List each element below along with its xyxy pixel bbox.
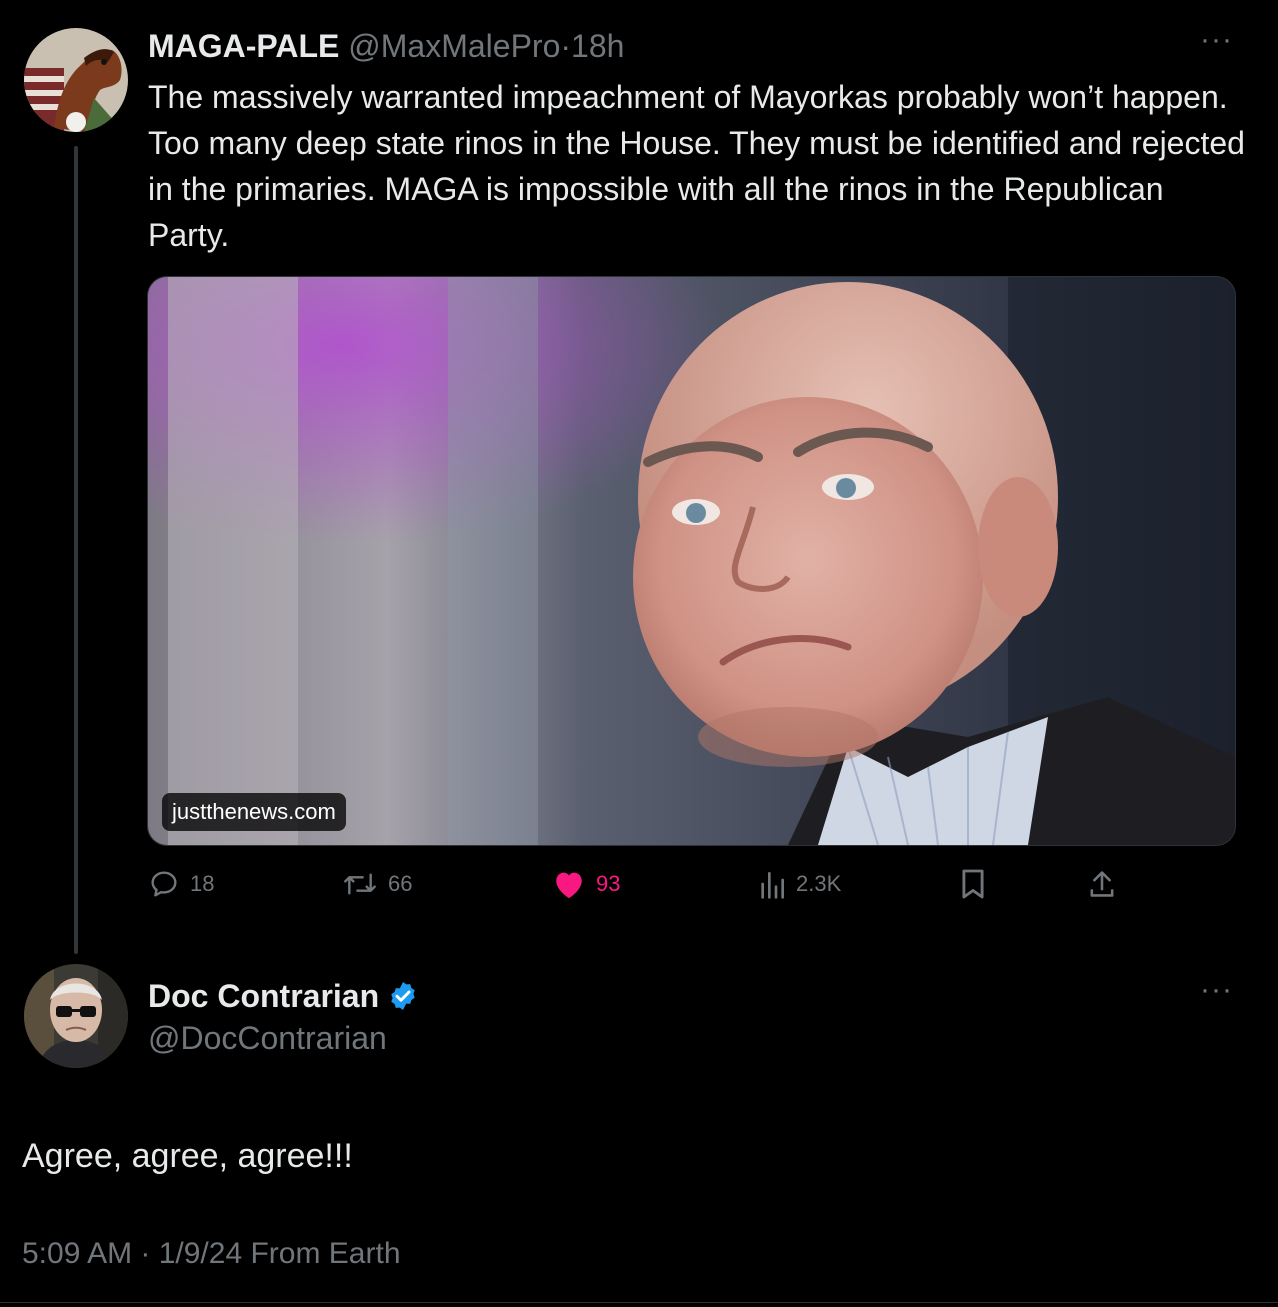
tweet-header: MAGA-PALE @MaxMalePro·18h — [148, 26, 624, 66]
views-icon — [761, 872, 784, 899]
separator-dot: · — [560, 28, 572, 64]
share-icon — [1090, 871, 1114, 897]
divider — [0, 1302, 1278, 1303]
reply-text: Agree, agree, agree!!! — [22, 1137, 353, 1175]
views-count: 2.3K — [796, 871, 842, 896]
reply-handle[interactable]: @DocContrarian — [148, 1018, 387, 1058]
link-domain-badge[interactable]: justthenews.com — [162, 793, 346, 831]
more-options-icon[interactable]: ··· — [1200, 25, 1233, 55]
reply-display-name-row: Doc Contrarian — [148, 976, 419, 1016]
like-button[interactable]: 93 — [552, 866, 620, 902]
avatar-doc-contrarian[interactable] — [24, 964, 128, 1068]
thread-connector-line — [74, 146, 78, 954]
reply-timestamp-meta: 5:09 AM · 1/9/24 From Earth — [22, 1237, 401, 1270]
reply-button[interactable]: 18 — [148, 866, 214, 902]
display-name[interactable]: MAGA-PALE — [148, 28, 339, 64]
link-card-image[interactable] — [147, 276, 1236, 846]
reply-count: 18 — [190, 871, 215, 896]
reply-icon — [151, 871, 177, 897]
handle[interactable]: @MaxMalePro — [348, 28, 560, 64]
verified-badge-icon — [391, 982, 415, 1010]
retweet-button[interactable]: 66 — [342, 866, 412, 902]
heart-icon — [556, 872, 582, 899]
like-count: 93 — [596, 871, 621, 896]
reply-more-options-icon[interactable]: ··· — [1200, 975, 1233, 1005]
avatar-maga-pale[interactable] — [24, 28, 128, 132]
timestamp[interactable]: 18h — [571, 28, 624, 64]
retweet-count: 66 — [388, 871, 413, 896]
retweet-icon — [344, 873, 376, 895]
bookmark-icon — [962, 869, 984, 899]
tweet-thread: MAGA-PALE @MaxMalePro·18h ··· The massiv… — [0, 0, 1278, 1307]
share-button[interactable] — [1088, 866, 1126, 902]
views-button[interactable]: 2.3K — [758, 866, 841, 902]
reply-display-name[interactable]: Doc Contrarian — [148, 976, 379, 1016]
bookmark-button[interactable] — [960, 866, 996, 902]
tweet-text: The massively warranted impeachment of M… — [148, 79, 1245, 253]
